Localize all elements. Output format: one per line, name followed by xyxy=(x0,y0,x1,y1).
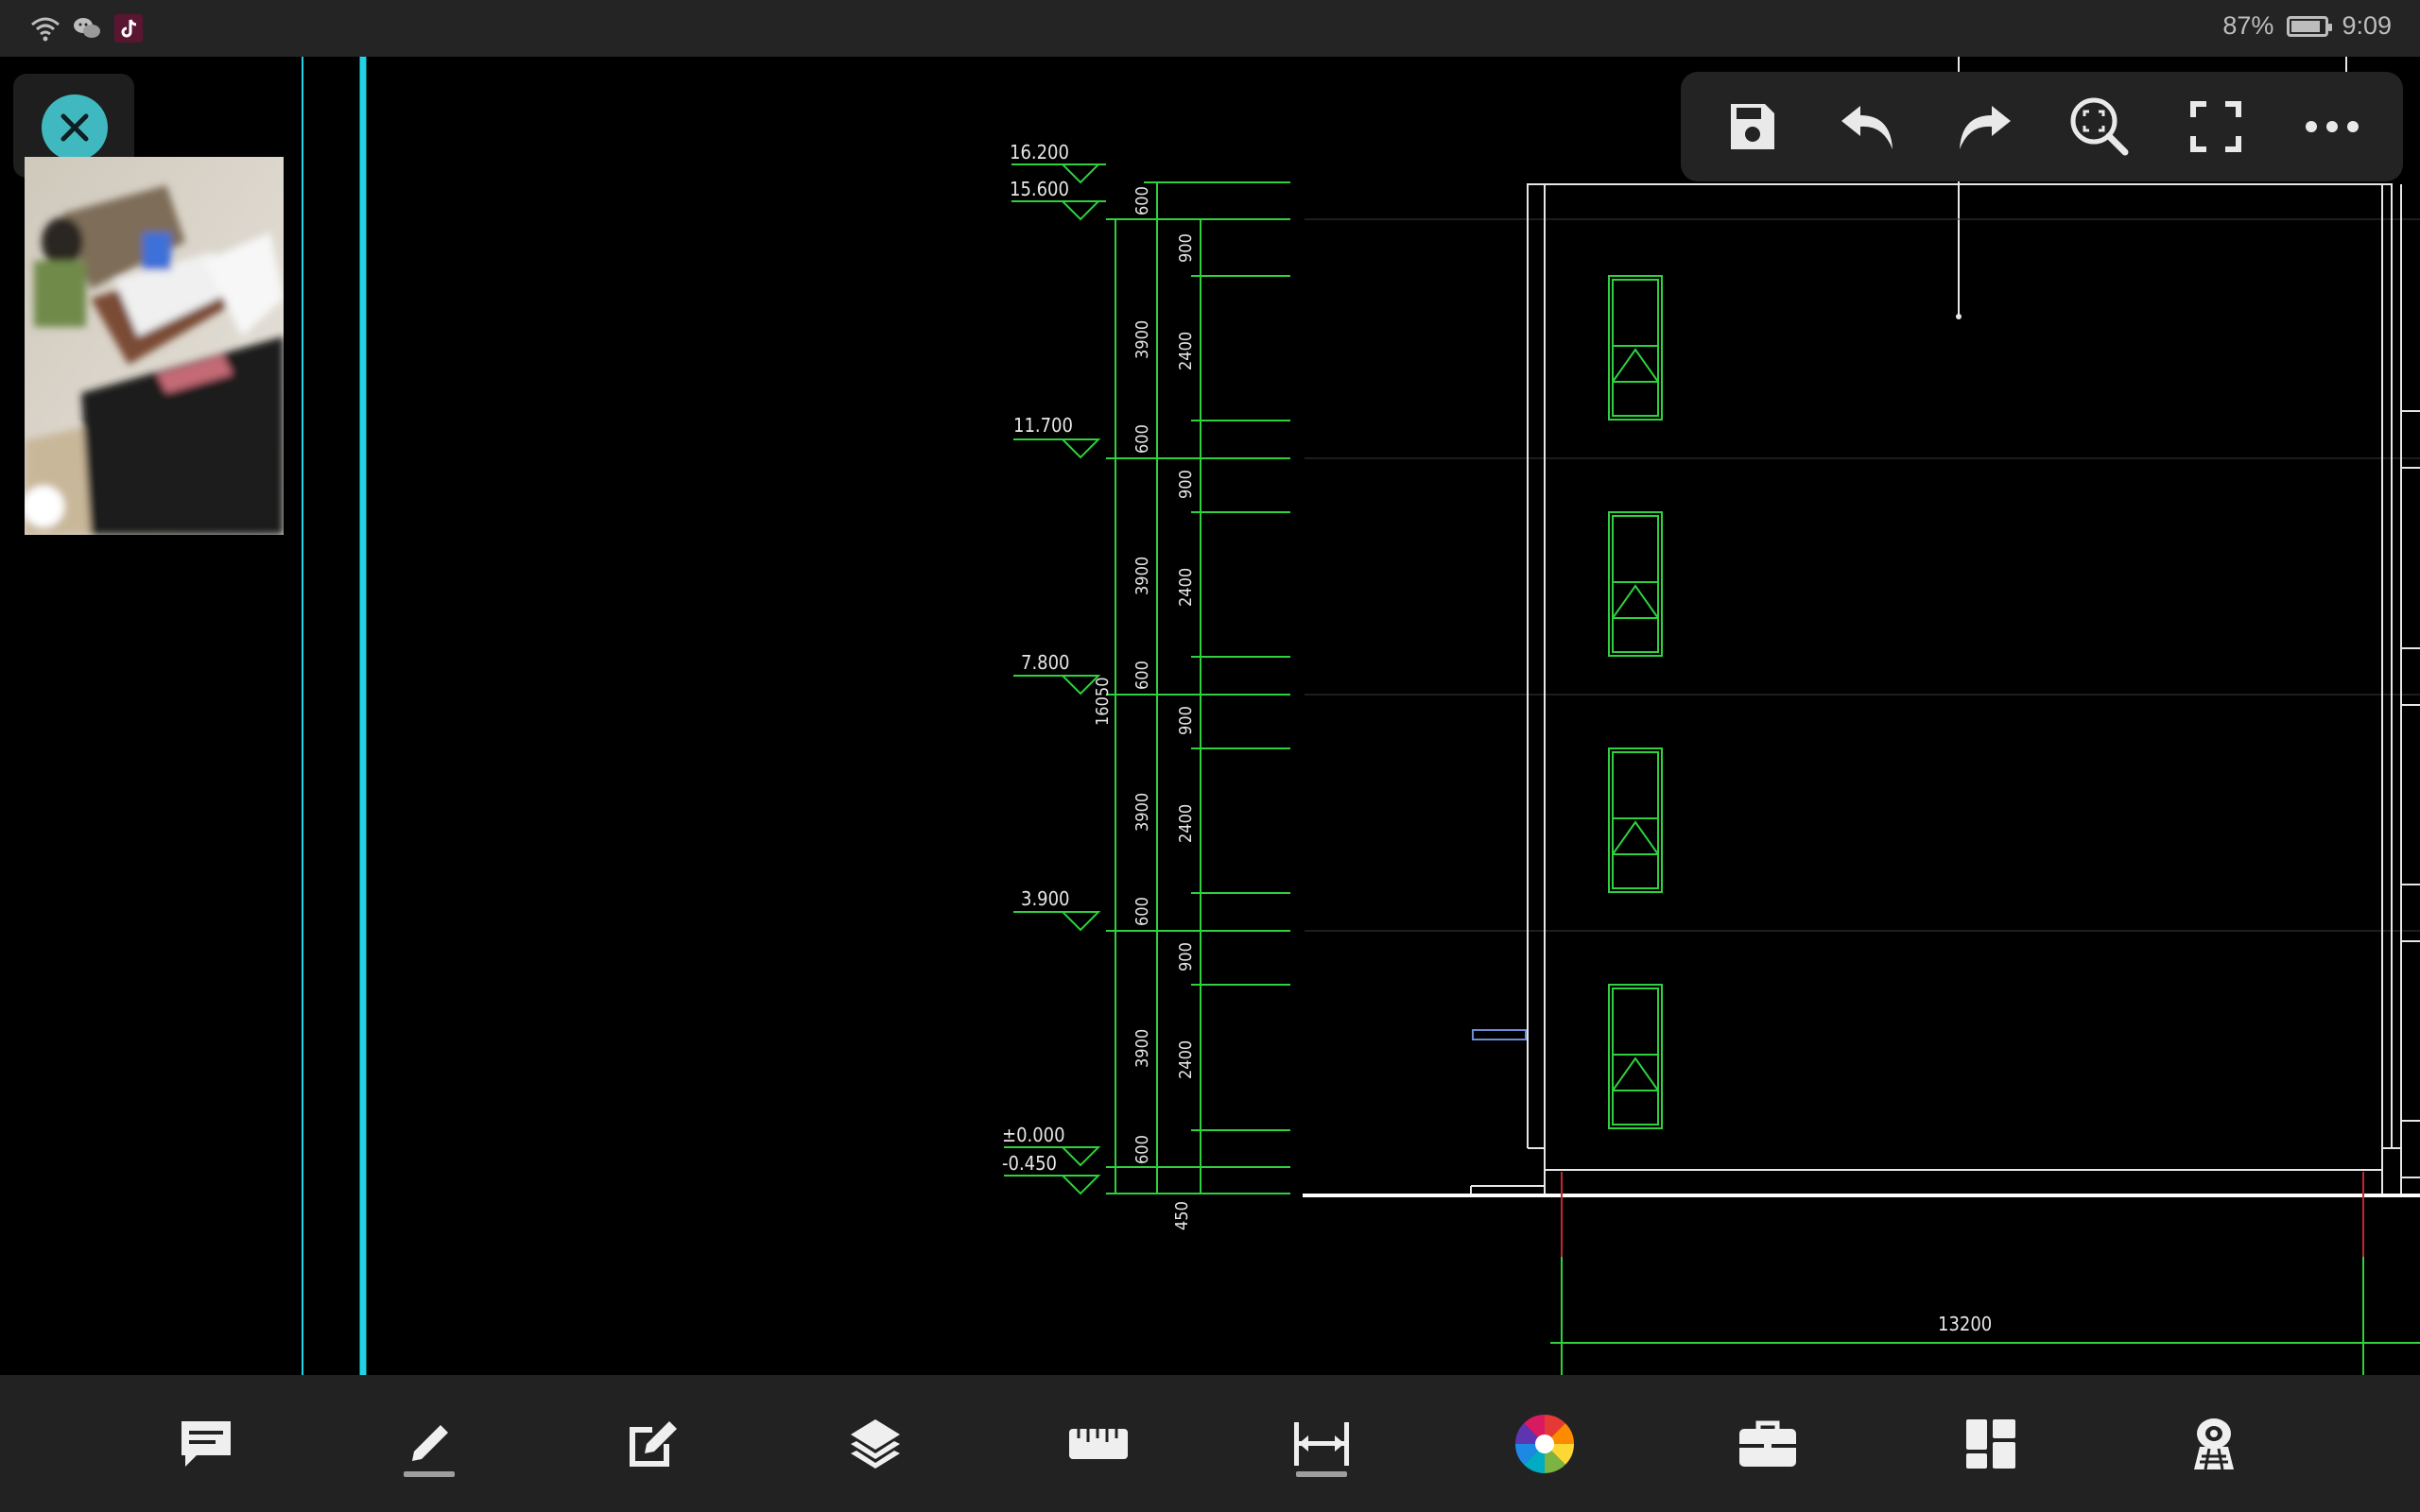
bottom-toolbar xyxy=(0,1375,2420,1512)
pen-active-indicator xyxy=(404,1470,455,1477)
undo-icon xyxy=(1841,106,1893,149)
floor-height-dim: 3900 xyxy=(1132,320,1152,359)
window xyxy=(1608,747,1663,893)
undo-button[interactable] xyxy=(1825,84,1910,169)
detail-dim: 2400 xyxy=(1176,332,1196,370)
elevation-label: 3.900 xyxy=(1021,887,1070,910)
comment-button[interactable] xyxy=(164,1401,249,1486)
detail-dim: 900 xyxy=(1176,942,1196,971)
3d-view-button[interactable] xyxy=(2171,1401,2256,1486)
detail-dim: 900 xyxy=(1176,233,1196,263)
top-toolbar xyxy=(1681,72,2403,181)
elevation-label: 11.700 xyxy=(1013,414,1073,437)
toolbox-button[interactable] xyxy=(1725,1401,1810,1486)
total-height-dim: 16050 xyxy=(1093,677,1113,726)
zoom-extents-button[interactable] xyxy=(2057,84,2142,169)
pen-button[interactable] xyxy=(387,1401,472,1486)
save-button[interactable] xyxy=(1709,84,1794,169)
ruler-icon xyxy=(1069,1428,1128,1459)
floor-height-dim: 3900 xyxy=(1132,557,1152,595)
color-wheel-icon xyxy=(1515,1414,1574,1473)
elevation-label: 16.200 xyxy=(1010,141,1069,163)
zoom-fit-icon xyxy=(2070,97,2129,156)
edit-button[interactable] xyxy=(610,1401,695,1486)
dimension-active-indicator xyxy=(1296,1470,1347,1477)
parapet-dim: 600 xyxy=(1132,186,1152,215)
tiktok-icon xyxy=(114,14,143,43)
detail-dim: 2400 xyxy=(1176,1040,1196,1079)
redo-icon xyxy=(1959,106,2011,149)
ruler-button[interactable] xyxy=(1056,1401,1141,1486)
more-button[interactable] xyxy=(2290,84,2375,169)
detail-dim: 600 xyxy=(1132,1135,1152,1164)
drawing-canvas[interactable]: 16.200 15.600 11.700 7.800 3.900 ±0.000 … xyxy=(0,57,2420,1375)
redo-button[interactable] xyxy=(1942,84,2027,169)
battery-icon xyxy=(2287,15,2333,37)
floor-height-dim: 3900 xyxy=(1132,1029,1152,1068)
layers-button[interactable] xyxy=(833,1401,918,1486)
fullscreen-button[interactable] xyxy=(2173,84,2258,169)
detail-dim: 900 xyxy=(1176,470,1196,499)
detail-dim: 2400 xyxy=(1176,804,1196,843)
save-icon xyxy=(1731,104,1775,149)
toolbox-icon xyxy=(1739,1420,1796,1467)
more-icon xyxy=(2305,121,2359,132)
wifi-icon xyxy=(31,17,60,42)
elevation-label: 7.800 xyxy=(1021,651,1070,674)
camera-feed-image xyxy=(25,157,284,535)
base-dim: 450 xyxy=(1172,1201,1192,1230)
fullscreen-icon xyxy=(2189,101,2241,152)
color-button[interactable] xyxy=(1502,1401,1587,1486)
pen-icon xyxy=(412,1424,448,1461)
layout-button[interactable] xyxy=(1948,1401,2033,1486)
dimension-button[interactable] xyxy=(1279,1401,1364,1486)
layers-icon xyxy=(851,1418,900,1469)
window xyxy=(1608,511,1663,657)
detail-dim: 2400 xyxy=(1176,568,1196,607)
floor-height-dim: 3900 xyxy=(1132,793,1152,832)
window xyxy=(1608,984,1663,1129)
color-wheel-center xyxy=(1535,1434,1554,1453)
3d-view-icon xyxy=(2194,1418,2234,1469)
width-dim: 13200 xyxy=(1938,1313,1992,1335)
detail-dim: 600 xyxy=(1132,424,1152,454)
battery-percent: 87% xyxy=(2222,11,2274,40)
elevation-label: 15.600 xyxy=(1010,178,1069,200)
edit-icon xyxy=(630,1420,677,1467)
clock: 9:09 xyxy=(2342,11,2392,40)
elevation-label: -0.450 xyxy=(1002,1152,1057,1175)
wechat-icon xyxy=(74,18,100,38)
detail-dim: 600 xyxy=(1132,661,1152,690)
comment-icon xyxy=(182,1420,231,1467)
layout-grid-icon xyxy=(1966,1418,2015,1469)
close-icon xyxy=(60,113,89,142)
cad-drawing: 16.200 15.600 11.700 7.800 3.900 ±0.000 … xyxy=(302,57,2420,1375)
dimension-icon xyxy=(1294,1421,1349,1466)
detail-dim: 600 xyxy=(1132,897,1152,926)
status-bar: 87% 9:09 xyxy=(0,0,2420,57)
detail-dim: 900 xyxy=(1176,706,1196,735)
elevation-label: ±0.000 xyxy=(1002,1124,1065,1146)
window xyxy=(1608,275,1663,421)
camera-preview[interactable] xyxy=(25,157,284,535)
